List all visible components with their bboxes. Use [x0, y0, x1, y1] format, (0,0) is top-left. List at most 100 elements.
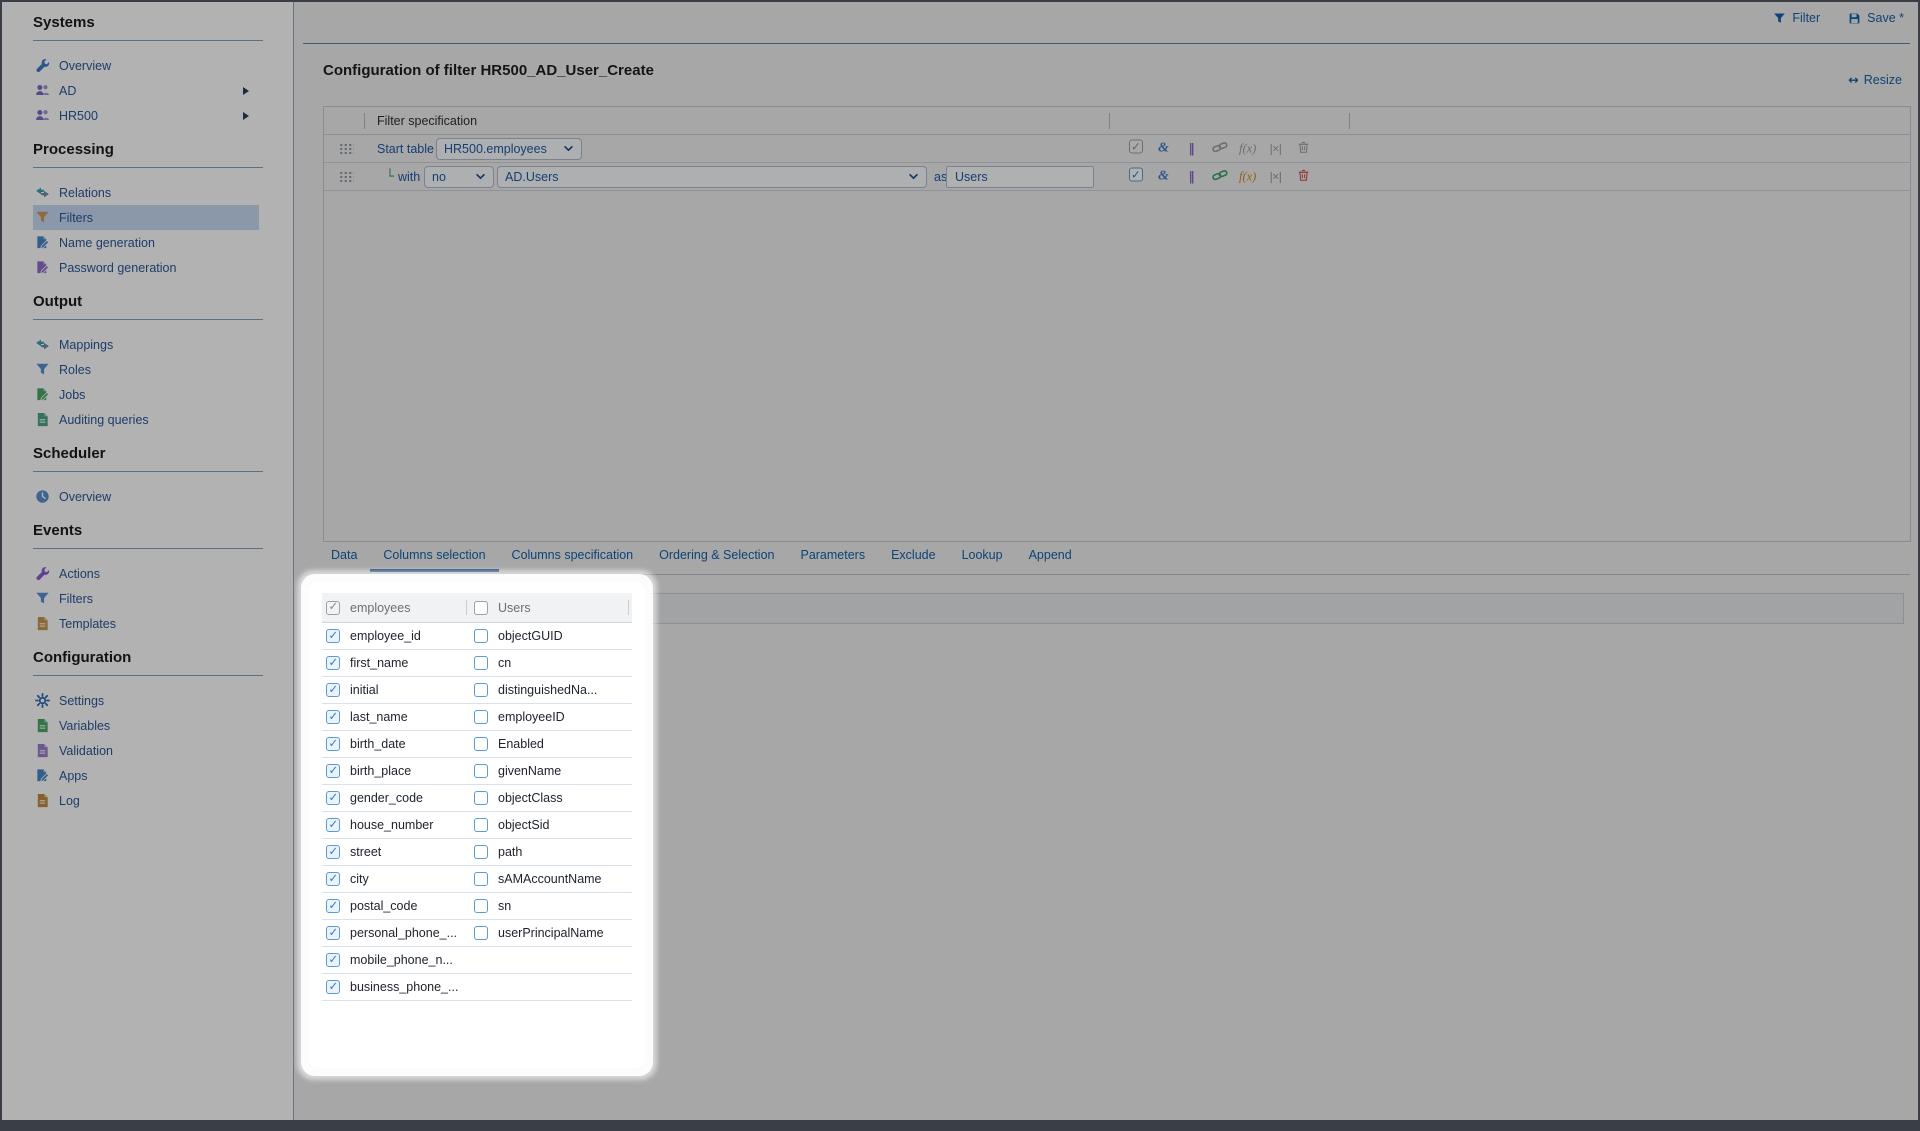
column-checkbox[interactable]	[326, 845, 340, 859]
column-checkbox[interactable]	[474, 845, 488, 859]
exclude-columns-icon[interactable]: |×|	[1267, 141, 1284, 157]
tab-ordering-selection[interactable]: Ordering & Selection	[646, 548, 787, 572]
sidebar-item-overview[interactable]: Overview	[33, 53, 259, 78]
sidebar-item-hr500[interactable]: HR500	[33, 103, 259, 128]
clock-icon	[35, 489, 50, 504]
ampersand-icon[interactable]: &	[1155, 169, 1172, 185]
sidebar-item-roles[interactable]: Roles	[33, 357, 259, 382]
column-checkbox[interactable]	[326, 710, 340, 724]
column-checkbox[interactable]	[326, 953, 340, 967]
row-actions: & ‖ f(x) |×|	[1127, 167, 1312, 186]
ampersand-icon[interactable]: &	[1155, 141, 1172, 157]
users-header-cell: Users	[470, 593, 632, 622]
link-join-icon[interactable]	[1211, 167, 1228, 186]
doc-pen-icon	[35, 387, 50, 402]
sidebar-item-event-filters[interactable]: Filters	[33, 586, 259, 611]
tab-parameters[interactable]: Parameters	[787, 548, 878, 572]
column-checkbox[interactable]	[326, 872, 340, 886]
column-checkbox[interactable]	[326, 737, 340, 751]
sidebar-item-auditing-queries[interactable]: Auditing queries	[33, 407, 259, 432]
column-checkbox[interactable]	[474, 818, 488, 832]
sidebar-item-log[interactable]: Log	[33, 788, 259, 813]
window-bottom-edge	[2, 1120, 1918, 1124]
delete-row-icon[interactable]	[1295, 139, 1312, 158]
parallel-bars-icon[interactable]: ‖	[1183, 169, 1200, 185]
tab-lookup[interactable]: Lookup	[949, 548, 1016, 572]
column-checkbox[interactable]	[326, 980, 340, 994]
drag-handle-icon[interactable]	[339, 143, 354, 155]
sidebar-item-jobs[interactable]: Jobs	[33, 382, 259, 407]
columns-selection-table: employees Users employee_id objectGUID f…	[309, 582, 645, 1068]
sidebar-item-settings[interactable]: Settings	[33, 688, 259, 713]
sidebar-item-password-generation[interactable]: Password generation	[33, 255, 259, 280]
filter-button[interactable]: Filter	[1773, 11, 1820, 25]
funnel-icon	[35, 591, 50, 606]
sidebar-item-name-generation[interactable]: Name generation	[33, 230, 259, 255]
chevron-down-icon	[475, 171, 486, 182]
start-table-select[interactable]: HR500.employees	[436, 138, 582, 160]
column-checkbox[interactable]	[474, 791, 488, 805]
gear-icon	[35, 693, 50, 708]
tab-append[interactable]: Append	[1016, 548, 1085, 572]
sidebar-item-relations[interactable]: Relations	[33, 180, 259, 205]
column-checkbox[interactable]	[326, 683, 340, 697]
tab-columns-selection[interactable]: Columns selection	[370, 548, 498, 572]
filter-row-start-table: Start table HR500.employees & ‖ f(x) |×|	[324, 135, 1910, 163]
drag-handle-icon[interactable]	[339, 171, 354, 183]
table-row: personal_phone_... userPrincipalName	[322, 920, 632, 947]
tab-bar: Data Columns selection Columns specifica…	[318, 548, 1085, 572]
tab-columns-specification[interactable]: Columns specification	[499, 548, 647, 572]
table-row: house_number objectSid	[322, 812, 632, 839]
column-checkbox[interactable]	[474, 926, 488, 940]
column-checkbox[interactable]	[474, 899, 488, 913]
table-row: first_name cn	[322, 650, 632, 677]
column-checkbox[interactable]	[474, 737, 488, 751]
column-checkbox[interactable]	[474, 710, 488, 724]
table-header-row: employees Users	[322, 593, 632, 623]
column-checkbox[interactable]	[326, 818, 340, 832]
filter-specification-title: Filter specification	[377, 114, 477, 128]
tab-data[interactable]: Data	[318, 548, 370, 572]
parallel-bars-icon[interactable]: ‖	[1183, 141, 1200, 157]
column-checkbox[interactable]	[474, 656, 488, 670]
column-checkbox[interactable]	[474, 683, 488, 697]
column-checkbox[interactable]	[326, 656, 340, 670]
sidebar-item-mappings[interactable]: Mappings	[33, 332, 259, 357]
column-checkbox[interactable]	[326, 629, 340, 643]
column-checkbox[interactable]	[326, 764, 340, 778]
column-checkbox[interactable]	[474, 629, 488, 643]
sidebar: Systems Overview AD HR500 Processing Rel…	[2, 2, 294, 1124]
sidebar-item-scheduler-overview[interactable]: Overview	[33, 484, 259, 509]
select-all-employees-checkbox[interactable]	[326, 601, 340, 615]
save-button[interactable]: Save *	[1848, 11, 1904, 25]
sidebar-item-variables[interactable]: Variables	[33, 713, 259, 738]
chevron-down-icon	[563, 143, 574, 154]
sidebar-item-templates[interactable]: Templates	[33, 611, 259, 636]
sidebar-item-apps[interactable]: Apps	[33, 763, 259, 788]
column-checkbox[interactable]	[326, 926, 340, 940]
join-table-select[interactable]: AD.Users	[497, 166, 927, 188]
column-checkbox[interactable]	[474, 764, 488, 778]
header-divider	[303, 43, 1910, 44]
condition-checkbox[interactable]	[1129, 140, 1143, 154]
link-join-icon[interactable]	[1211, 139, 1228, 158]
delete-row-icon[interactable]	[1295, 167, 1312, 186]
table-row: birth_place givenName	[322, 758, 632, 785]
column-checkbox[interactable]	[474, 872, 488, 886]
sidebar-item-validation[interactable]: Validation	[33, 738, 259, 763]
function-icon[interactable]: f(x)	[1239, 169, 1256, 185]
condition-checkbox[interactable]	[1129, 168, 1143, 182]
funnel-icon	[35, 210, 50, 225]
alias-input[interactable]: Users	[946, 166, 1094, 188]
select-all-users-checkbox[interactable]	[474, 601, 488, 615]
sidebar-item-ad[interactable]: AD	[33, 78, 259, 103]
sidebar-item-filters[interactable]: Filters	[33, 205, 259, 230]
function-icon[interactable]: f(x)	[1239, 141, 1256, 157]
join-type-select[interactable]: no	[424, 166, 494, 188]
sidebar-item-actions[interactable]: Actions	[33, 561, 259, 586]
tab-exclude[interactable]: Exclude	[878, 548, 948, 572]
resize-button[interactable]: ↔ Resize	[1848, 72, 1902, 87]
column-checkbox[interactable]	[326, 899, 340, 913]
column-checkbox[interactable]	[326, 791, 340, 805]
exclude-columns-icon[interactable]: |×|	[1267, 169, 1284, 185]
